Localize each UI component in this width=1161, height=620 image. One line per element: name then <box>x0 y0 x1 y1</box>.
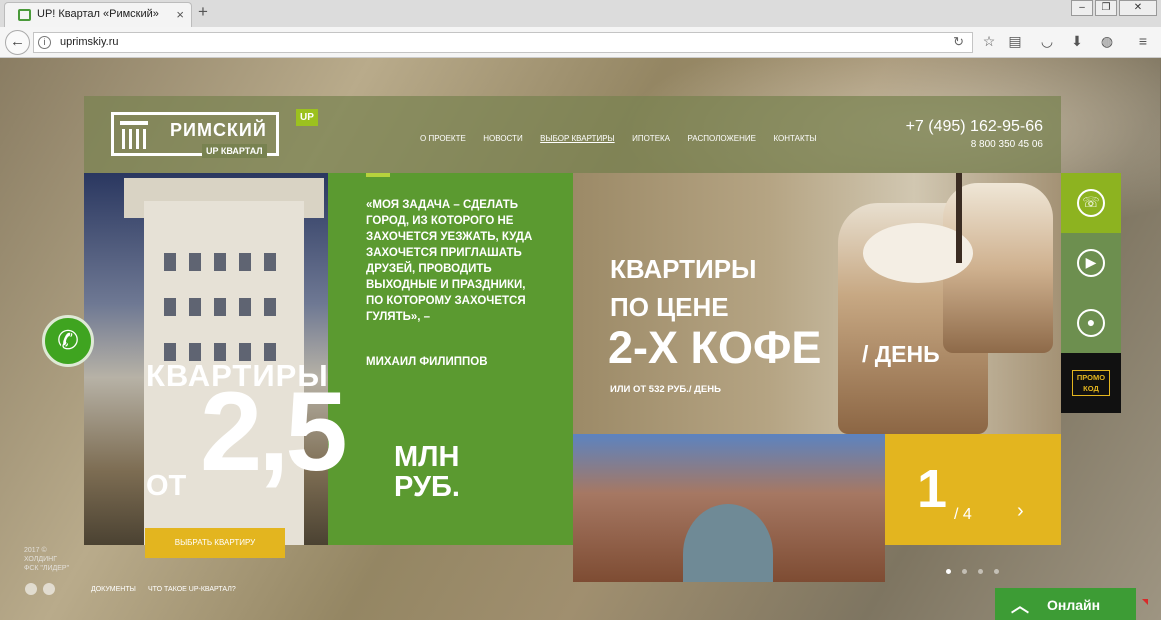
slide-counter: 1 / 4 › <box>885 434 1061 545</box>
column-icon <box>120 121 148 149</box>
quote-author: МИХАИЛ ФИЛИППОВ <box>366 356 488 368</box>
quote-accent <box>366 173 390 177</box>
url-text[interactable]: uprimskiy.ru <box>60 36 118 48</box>
site-header: РИМСКИЙ UP КВАРТАЛ UP О ПРОЕКТЕ НОВОСТИ … <box>84 96 1061 173</box>
webcam-icon: ● <box>1077 309 1105 337</box>
what-is-up-link[interactable]: ЧТО ТАКОЕ UP-КВАРТАЛ? <box>148 586 236 593</box>
main-menu: О ПРОЕКТЕ НОВОСТИ ВЫБОР КВАРТИРЫ ИПОТЕКА… <box>420 128 830 143</box>
callback-button[interactable]: ☏ <box>1061 173 1121 233</box>
tab-title: UP! Квартал «Римский» <box>37 8 159 20</box>
choose-apartment-button[interactable]: ВЫБРАТЬ КВАРТИРУ <box>145 528 285 558</box>
phone-alt[interactable]: 8 800 350 45 06 <box>971 139 1043 150</box>
logo-subtitle: UP КВАРТАЛ <box>202 144 267 158</box>
slide-dot[interactable] <box>994 569 999 574</box>
phone-main[interactable]: +7 (495) 162-95-66 <box>906 118 1043 136</box>
instagram-icon[interactable] <box>43 583 55 595</box>
menu-item-location[interactable]: РАСПОЛОЖЕНИЕ <box>687 134 756 143</box>
browser-tab[interactable]: UP! Квартал «Римский» × <box>4 2 192 27</box>
menu-item-contacts[interactable]: КОНТАКТЫ <box>773 134 816 143</box>
promo-code-button[interactable]: ПРОМО КОД <box>1061 353 1121 413</box>
minimize-icon[interactable]: – <box>1071 0 1093 16</box>
logo-up-badge: UP <box>296 109 318 126</box>
tab-bar: UP! Квартал «Римский» × + – ❐ ✕ <box>0 0 1161 27</box>
reload-icon[interactable]: ↻ <box>953 34 964 50</box>
menu-item-mortgage[interactable]: ИПОТЕКА <box>632 134 670 143</box>
slide-dot[interactable] <box>962 569 967 574</box>
next-slide-icon[interactable]: › <box>1017 500 1024 523</box>
logo[interactable]: РИМСКИЙ UP КВАРТАЛ UP <box>111 109 318 158</box>
corner-marker <box>1142 599 1148 605</box>
slide-dot[interactable] <box>946 569 951 574</box>
chevron-up-icon: ︿ <box>1011 596 1029 616</box>
back-icon[interactable]: ← <box>5 30 30 55</box>
pocket-icon[interactable]: ◡ <box>1038 32 1056 50</box>
coffee-line1: КВАРТИРЫ <box>610 254 757 284</box>
address-bar[interactable]: i uprimskiy.ru ↻ <box>33 32 973 53</box>
slide-dots <box>946 561 1010 579</box>
site-info-icon[interactable]: i <box>38 36 51 49</box>
menu-icon[interactable]: ≡ <box>1134 32 1152 50</box>
new-tab-button[interactable]: + <box>198 2 208 22</box>
page-background: РИМСКИЙ UP КВАРТАЛ UP О ПРОЕКТЕ НОВОСТИ … <box>0 58 1161 620</box>
maximize-icon[interactable]: ❐ <box>1095 0 1117 16</box>
quote-text: «Моя задача – сделать город, из которого… <box>366 199 533 323</box>
facebook-icon[interactable] <box>25 583 37 595</box>
online-label: Онлайн <box>1047 597 1101 613</box>
menu-item-news[interactable]: НОВОСТИ <box>483 134 522 143</box>
logo-name: РИМСКИЙ <box>170 120 267 140</box>
promo-price-number: 2,5 <box>200 369 348 494</box>
promo-code-icon: ПРОМО КОД <box>1072 370 1110 396</box>
documents-link[interactable]: ДОКУМЕНТЫ <box>91 586 136 593</box>
coffee-line3: 2-Х КОФЕ <box>608 322 822 373</box>
promo-price-unit: МЛН РУБ. <box>394 441 460 503</box>
coffee-line2: ПО ЦЕНЕ <box>610 292 729 322</box>
nav-bar: ← i uprimskiy.ru ↻ ☆ ▤ ◡ ⬇ ◍ ≡ <box>0 27 1161 58</box>
extension-icon[interactable]: ◍ <box>1098 32 1116 50</box>
reading-list-icon[interactable]: ▤ <box>1006 32 1024 50</box>
menu-item-choose-apartment[interactable]: ВЫБОР КВАРТИРЫ <box>540 134 614 143</box>
slide-current: 1 <box>917 459 948 519</box>
video-button[interactable]: ▶ <box>1061 233 1121 293</box>
download-icon[interactable]: ⬇ <box>1068 32 1086 50</box>
site-favicon-icon <box>18 9 31 21</box>
menu-item-about[interactable]: О ПРОЕКТЕ <box>420 134 466 143</box>
tab-close-icon[interactable]: × <box>176 3 184 26</box>
coffee-per-day: / ДЕНЬ <box>862 341 940 367</box>
call-phone-icon[interactable]: ✆ <box>42 315 94 367</box>
play-icon: ▶ <box>1077 249 1105 277</box>
close-window-icon[interactable]: ✕ <box>1119 0 1157 16</box>
promo-prefix: ОТ <box>146 470 187 502</box>
phone-info-icon: ☏ <box>1077 189 1105 217</box>
copyright: 2017 © ХОЛДИНГ ФСК "ЛИДЕР" <box>24 547 70 572</box>
bookmark-star-icon[interactable]: ☆ <box>980 32 998 50</box>
coffee-alt-price: ИЛИ ОТ 532 РУБ./ ДЕНЬ <box>610 384 721 395</box>
slide-total: / 4 <box>954 506 972 523</box>
slide-dot[interactable] <box>978 569 983 574</box>
webcam-button[interactable]: ● <box>1061 293 1121 353</box>
browser-chrome: UP! Квартал «Римский» × + – ❐ ✕ ← i upri… <box>0 0 1161 58</box>
arch-photo <box>573 434 885 582</box>
online-chat-button[interactable]: ︿ Онлайн <box>995 588 1136 620</box>
